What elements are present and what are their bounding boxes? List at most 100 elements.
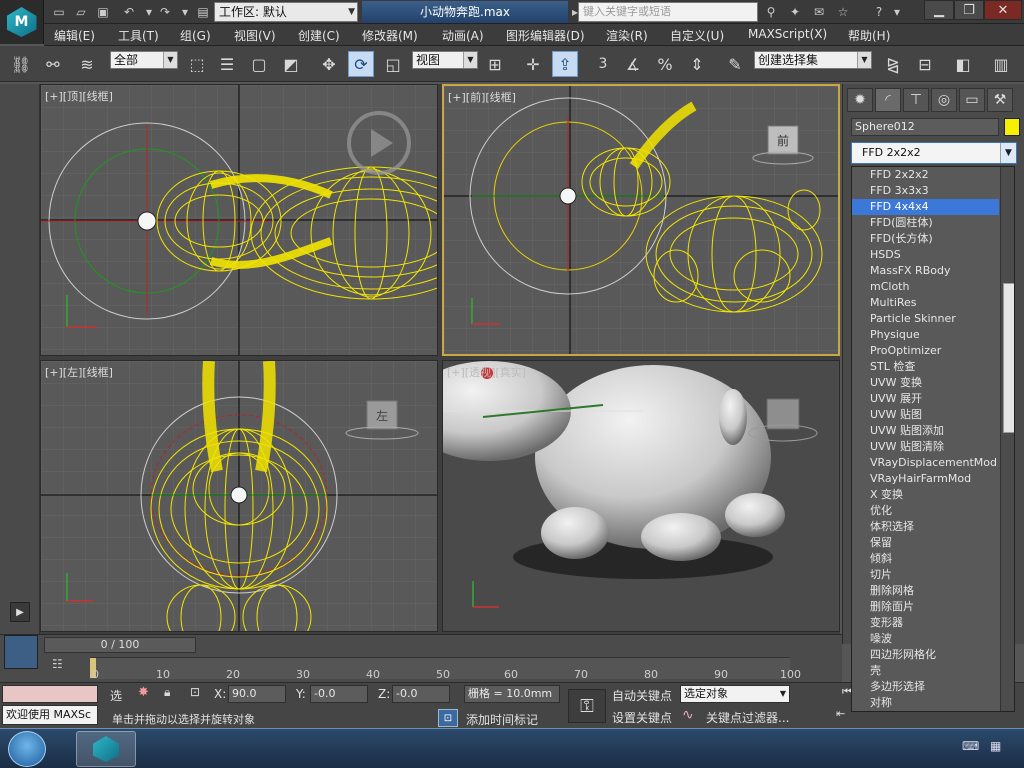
link-icon[interactable]: ⛓	[8, 51, 34, 77]
set-key-icon[interactable]: ⚿	[568, 689, 606, 723]
modifier-item[interactable]: HSDS	[852, 247, 999, 263]
key-filters-button[interactable]: 关键点过滤器...	[706, 709, 789, 726]
modifier-list-scroll-thumb[interactable]	[1003, 283, 1014, 433]
viewport-left[interactable]: [+][左][线框] 左	[40, 360, 438, 632]
modify-tab-icon[interactable]: ◜	[875, 88, 901, 112]
scale-icon[interactable]: ◱	[380, 51, 406, 77]
modifier-list-dropdown[interactable]: FFD 2x2x2 ▼	[851, 142, 1017, 164]
modifier-item[interactable]: 倾斜	[852, 551, 999, 567]
menu-customize[interactable]: 自定义(U)	[670, 27, 724, 44]
viewport-front[interactable]: [+][前][线框] 前	[442, 84, 840, 356]
y-coordinate-field[interactable]: -0.0	[310, 685, 368, 703]
viewport-label-front[interactable]: [+][前][线框]	[448, 89, 516, 105]
modifier-item[interactable]: ProOptimizer	[852, 343, 999, 359]
modifier-item[interactable]: 删除面片	[852, 599, 999, 615]
percent-snap-icon[interactable]: %	[652, 51, 678, 77]
viewport-layout-icon[interactable]	[4, 635, 38, 669]
track-bar-icon[interactable]: ☷	[52, 657, 72, 677]
manipulate-icon[interactable]: ✛	[520, 51, 546, 77]
modifier-item[interactable]: Physique	[852, 327, 999, 343]
selection-filter-dropdown[interactable]: 全部 ▼	[110, 51, 178, 69]
layer-manager-icon[interactable]: ◧	[950, 51, 976, 77]
curve-editor-icon[interactable]: ∿	[682, 707, 702, 725]
menu-tools[interactable]: 工具(T)	[118, 27, 159, 44]
modifier-item[interactable]: 体积选择	[852, 519, 999, 535]
select-by-name-icon[interactable]: ☰	[214, 51, 240, 77]
viewport-label-perspective[interactable]: [+][透视][真实]	[447, 364, 526, 380]
viewport-label-left[interactable]: [+][左][线框]	[45, 364, 113, 380]
menu-views[interactable]: 视图(V)	[234, 27, 276, 44]
modifier-item[interactable]: UVW 贴图	[852, 407, 999, 423]
maxscript-listener-mini[interactable]	[2, 685, 98, 703]
display-tab-icon[interactable]: ▭	[959, 88, 985, 112]
search-input[interactable]: 键入关键字或短语	[578, 2, 758, 22]
object-name-field[interactable]: Sphere012	[851, 118, 999, 136]
modifier-item[interactable]: mCloth	[852, 279, 999, 295]
menu-rendering[interactable]: 渲染(R)	[606, 27, 648, 44]
snaps-toggle-icon[interactable]: 3	[590, 51, 616, 77]
open-file-icon[interactable]: ▱	[72, 3, 90, 21]
modifier-dropdown-list[interactable]: FFD 2x2x2 FFD 3x3x3 FFD 4x4x4 FFD(圆柱体) FFD(长…	[851, 166, 1015, 712]
modifier-item[interactable]: Particle Skinner	[852, 311, 999, 327]
window-crossing-icon[interactable]: ◩	[278, 51, 304, 77]
modifier-item[interactable]: VRayHairFarmMod	[852, 471, 999, 487]
keyboard-tray-icon[interactable]: ⌨	[962, 739, 980, 757]
menu-modifiers[interactable]: 修改器(M)	[362, 27, 418, 44]
menu-help[interactable]: 帮助(H)	[848, 27, 890, 44]
modifier-item[interactable]: 删除网格	[852, 583, 999, 599]
subscription-icon[interactable]: ✦	[786, 3, 804, 21]
modifier-item[interactable]: 切片	[852, 567, 999, 583]
utilities-tab-icon[interactable]: ⚒	[987, 88, 1013, 112]
modifier-item[interactable]: VRayDisplacementMod	[852, 455, 999, 471]
modifier-item[interactable]: UVW 展开	[852, 391, 999, 407]
selection-lock-icon[interactable]: 🔒︎	[164, 685, 182, 703]
modifier-item[interactable]: 四边形网格化	[852, 647, 999, 663]
render-setup-icon[interactable]: ▥	[988, 51, 1014, 77]
new-file-icon[interactable]: ▭	[50, 3, 68, 21]
viewport-perspective[interactable]: [+][透视][真实]	[442, 360, 840, 632]
modifier-item[interactable]: UVW 变换	[852, 375, 999, 391]
modifier-list-scrollbar[interactable]	[1000, 167, 1014, 711]
modifier-item[interactable]: 保留	[852, 535, 999, 551]
help-dropdown-icon[interactable]: ▾	[888, 3, 906, 21]
hierarchy-tab-icon[interactable]: ⊤	[903, 88, 929, 112]
menu-create[interactable]: 创建(C)	[298, 27, 340, 44]
mirror-icon[interactable]: ⧎	[880, 51, 906, 77]
modifier-item[interactable]: MassFX RBody	[852, 263, 999, 279]
reference-coord-dropdown[interactable]: 视图 ▼	[412, 51, 478, 69]
network-tray-icon[interactable]: ▦	[990, 739, 1008, 757]
communication-icon[interactable]: ✉	[810, 3, 828, 21]
menu-maxscript[interactable]: MAXScript(X)	[748, 27, 827, 41]
z-coordinate-field[interactable]: -0.0	[392, 685, 450, 703]
minimize-button[interactable]: ▁	[924, 0, 954, 20]
viewport-label-top[interactable]: [+][顶][线框]	[45, 88, 113, 104]
isolate-selection-icon[interactable]: ✸	[138, 685, 156, 703]
selection-region-icon[interactable]: ▢	[246, 51, 272, 77]
modifier-item[interactable]: STL 检查	[852, 359, 999, 375]
pivot-center-icon[interactable]: ⊞	[482, 51, 508, 77]
time-tag-icon[interactable]: ⊡	[438, 709, 458, 727]
spinner-snap-icon[interactable]: ⇕	[684, 51, 710, 77]
viewport-top[interactable]: [+][顶][线框]	[40, 84, 438, 356]
x-coordinate-field[interactable]: 90.0	[228, 685, 286, 703]
object-color-swatch[interactable]	[1004, 118, 1020, 136]
key-mode-dropdown[interactable]: 选定对象 ▼	[680, 685, 790, 703]
menu-edit[interactable]: 编辑(E)	[54, 27, 95, 44]
modifier-item[interactable]: X 变换	[852, 487, 999, 503]
modifier-item[interactable]: UVW 贴图添加	[852, 423, 999, 439]
help-icon[interactable]: ?	[870, 3, 888, 21]
menu-graph-editors[interactable]: 图形编辑器(D)	[506, 27, 585, 44]
modifier-item[interactable]: 噪波	[852, 631, 999, 647]
create-tab-icon[interactable]: ✹	[847, 88, 873, 112]
menu-group[interactable]: 组(G)	[180, 27, 211, 44]
add-time-tag-button[interactable]: 添加时间标记	[466, 711, 538, 728]
modifier-item[interactable]: 多边形选择	[852, 679, 999, 695]
modifier-item[interactable]: 变形器	[852, 615, 999, 631]
redo-dropdown-icon[interactable]: ▾	[176, 3, 194, 21]
select-object-icon[interactable]: ⬚	[184, 51, 210, 77]
transform-type-in-icon[interactable]: ⊡	[190, 685, 208, 703]
close-button[interactable]: ✕	[984, 0, 1022, 20]
menu-animation[interactable]: 动画(A)	[442, 27, 484, 44]
move-icon[interactable]: ✥	[316, 51, 342, 77]
binoculars-icon[interactable]: ⚲	[762, 3, 780, 21]
